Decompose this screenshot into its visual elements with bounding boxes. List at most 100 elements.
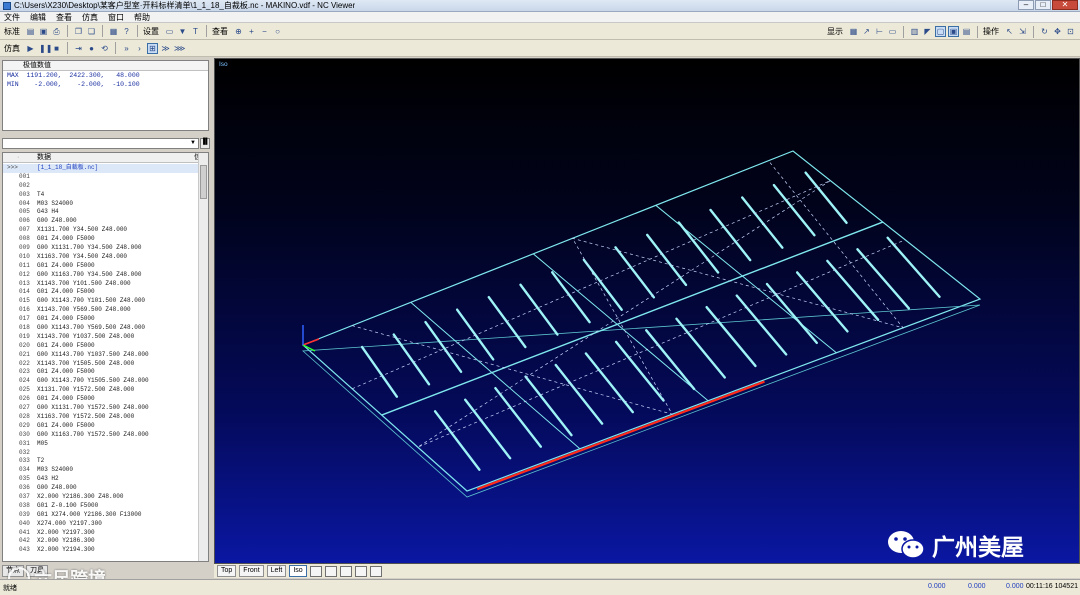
nc-row[interactable]: 042 X2.000 Y2186.300: [3, 537, 198, 546]
nc-row-current[interactable]: >>> [1_1_18_自裁板.nc]: [3, 164, 198, 173]
nc-row[interactable]: 023 G01 Z4.000 F5000: [3, 368, 198, 377]
save-icon[interactable]: ▣: [38, 26, 49, 37]
menu-simulate[interactable]: 仿真: [82, 12, 98, 22]
nc-row[interactable]: 008 G01 Z4.000 F5000: [3, 235, 198, 244]
single-block-icon[interactable]: ⊞: [147, 42, 158, 54]
fit-view-icon[interactable]: ⊡: [1065, 26, 1076, 37]
nc-row[interactable]: 020 G01 Z4.000 F5000: [3, 342, 198, 351]
nc-row[interactable]: 021 G00 X1143.700 Y1037.500 Z48.000: [3, 351, 198, 360]
layer-icon[interactable]: ▤: [961, 26, 972, 37]
nc-row[interactable]: 033 T2: [3, 457, 198, 466]
pan-icon[interactable]: ✥: [1052, 26, 1063, 37]
pause-icon[interactable]: ❚❚: [38, 43, 52, 54]
grid-icon[interactable]: ▦: [848, 26, 859, 37]
close-button[interactable]: ✕: [1052, 0, 1078, 10]
nc-row[interactable]: 041 X2.000 Y2197.300: [3, 529, 198, 538]
tool-icon[interactable]: T: [190, 26, 201, 37]
nc-row[interactable]: 027 G00 X1131.700 Y1572.500 Z48.000: [3, 404, 198, 413]
axis-icon[interactable]: ↗: [861, 26, 872, 37]
nc-row[interactable]: 031 M05: [3, 440, 198, 449]
nc-row[interactable]: 016 X1143.700 Y569.500 Z48.000: [3, 306, 198, 315]
stop-icon[interactable]: ■: [51, 43, 62, 54]
nc-code-list[interactable]: · 数据 信 >>> [1_1_18_自裁板.nc] 001002003T400…: [2, 152, 209, 562]
zoom-in-icon[interactable]: +: [246, 26, 257, 37]
nc-row[interactable]: 019 X1143.700 Y1037.500 Z48.000: [3, 333, 198, 342]
dimension-icon[interactable]: ⊢: [874, 26, 885, 37]
copy-icon[interactable]: ❐: [73, 26, 84, 37]
nc-row[interactable]: 034 M03 S24000: [3, 466, 198, 475]
scrollbar-thumb[interactable]: [200, 165, 207, 199]
nc-row[interactable]: 010 X1163.700 Y34.500 Z48.000: [3, 253, 198, 262]
nc-row[interactable]: 005 G43 H4: [3, 208, 198, 217]
solid-toggle-icon[interactable]: ▣: [948, 26, 959, 37]
path-icon[interactable]: ◤: [922, 26, 933, 37]
nc-row[interactable]: 024 G00 X1143.700 Y1505.500 Z48.000: [3, 377, 198, 386]
speed-max-icon[interactable]: ⋙: [173, 43, 185, 54]
chevron-down-icon[interactable]: ▼: [188, 139, 198, 148]
nc-row[interactable]: 029 G01 Z4.000 F5000: [3, 422, 198, 431]
measure-icon[interactable]: ⇲: [1017, 26, 1028, 37]
print-icon[interactable]: ⎙: [51, 26, 62, 37]
nc-row[interactable]: 018 G00 X1143.700 Y569.500 Z48.000: [3, 324, 198, 333]
menu-edit[interactable]: 编辑: [30, 12, 46, 22]
properties-icon[interactable]: ▦: [108, 26, 119, 37]
nc-row[interactable]: 040 X274.000 Y2197.300: [3, 520, 198, 529]
nc-row[interactable]: 017 G01 Z4.000 F5000: [3, 315, 198, 324]
layout-split-icon[interactable]: [324, 565, 337, 577]
nc-row[interactable]: 011 G01 Z4.000 F5000: [3, 262, 198, 271]
nc-row[interactable]: 037 X2.000 Y2186.300 Z48.000: [3, 493, 198, 502]
tab-view-iso[interactable]: Iso: [289, 565, 307, 577]
layout-tri-icon[interactable]: [369, 565, 382, 577]
nc-row[interactable]: 026 G01 Z4.000 F5000: [3, 395, 198, 404]
nc-row[interactable]: 006 G00 Z48.000: [3, 217, 198, 226]
step-icon[interactable]: ⇥: [73, 43, 84, 54]
nc-row[interactable]: 039 G01 X274.000 Y2186.300 F13000: [3, 511, 198, 520]
nc-row[interactable]: 028 X1163.700 Y1572.500 Z48.000: [3, 413, 198, 422]
zoom-fit-icon[interactable]: ○: [272, 26, 283, 37]
nc-row[interactable]: 001: [3, 173, 198, 182]
stock-icon[interactable]: ▭: [887, 26, 898, 37]
layout-single-icon[interactable]: [309, 565, 322, 577]
program-select[interactable]: ▼: [2, 138, 199, 149]
tab-view-top[interactable]: Top: [217, 565, 237, 577]
open-icon[interactable]: ▤: [25, 26, 36, 37]
fast-forward-icon[interactable]: »: [121, 43, 132, 54]
maximize-button[interactable]: □: [1035, 0, 1051, 10]
chart-icon[interactable]: ▥: [909, 26, 920, 37]
menu-view[interactable]: 查看: [56, 12, 72, 22]
select-icon[interactable]: ↖: [1004, 26, 1015, 37]
nc-row[interactable]: 032: [3, 449, 198, 458]
nc-row[interactable]: 043 X2.000 Y2194.300: [3, 546, 198, 555]
nc-row[interactable]: 009 G00 X1131.700 Y34.500 Z48.000: [3, 244, 198, 253]
nc-row[interactable]: 002: [3, 182, 198, 191]
zoom-window-icon[interactable]: ⊕: [233, 26, 244, 37]
breakpoint-icon[interactable]: ●: [86, 43, 97, 54]
tab-view-front[interactable]: Front: [239, 565, 264, 577]
filter-icon[interactable]: ▼: [177, 26, 188, 37]
nc-row[interactable]: 013 X1143.700 Y101.500 Z48.000: [3, 280, 198, 289]
nc-row[interactable]: 004 M03 S24000: [3, 200, 198, 209]
menu-file[interactable]: 文件: [4, 12, 20, 22]
nc-row[interactable]: 035 G43 H2: [3, 475, 198, 484]
nc-row[interactable]: 015 G00 X1143.700 Y101.500 Z48.000: [3, 297, 198, 306]
nc-row[interactable]: 038 G01 Z-0.100 F5000: [3, 502, 198, 511]
nc-row[interactable]: 022 X1143.700 Y1505.500 Z48.000: [3, 360, 198, 369]
layout-quad-icon[interactable]: [354, 565, 367, 577]
pin-button[interactable]: ▐▌: [200, 138, 210, 149]
nc-list-scrollbar[interactable]: [198, 153, 208, 561]
settings-icon[interactable]: ▭: [164, 26, 175, 37]
rotate-icon[interactable]: ↻: [1039, 26, 1050, 37]
menu-window[interactable]: 窗口: [108, 12, 124, 22]
nc-row[interactable]: 025 X1131.700 Y1572.500 Z48.000: [3, 386, 198, 395]
layout-hsplit-icon[interactable]: [339, 565, 352, 577]
speed-up-icon[interactable]: ≫: [160, 43, 171, 54]
play-icon[interactable]: ▶: [25, 43, 36, 54]
nc-row[interactable]: 012 G00 X1163.700 Y34.500 Z48.000: [3, 271, 198, 280]
nc-row[interactable]: 014 G01 Z4.000 F5000: [3, 288, 198, 297]
minimize-button[interactable]: –: [1018, 0, 1034, 10]
nc-row[interactable]: 036 G00 Z48.000: [3, 484, 198, 493]
tab-view-left[interactable]: Left: [266, 565, 287, 577]
nc-row[interactable]: 030 G00 X1163.700 Y1572.500 Z48.000: [3, 431, 198, 440]
toolpath-toggle-icon[interactable]: ▢: [935, 26, 946, 37]
paste-icon[interactable]: ❏: [86, 26, 97, 37]
